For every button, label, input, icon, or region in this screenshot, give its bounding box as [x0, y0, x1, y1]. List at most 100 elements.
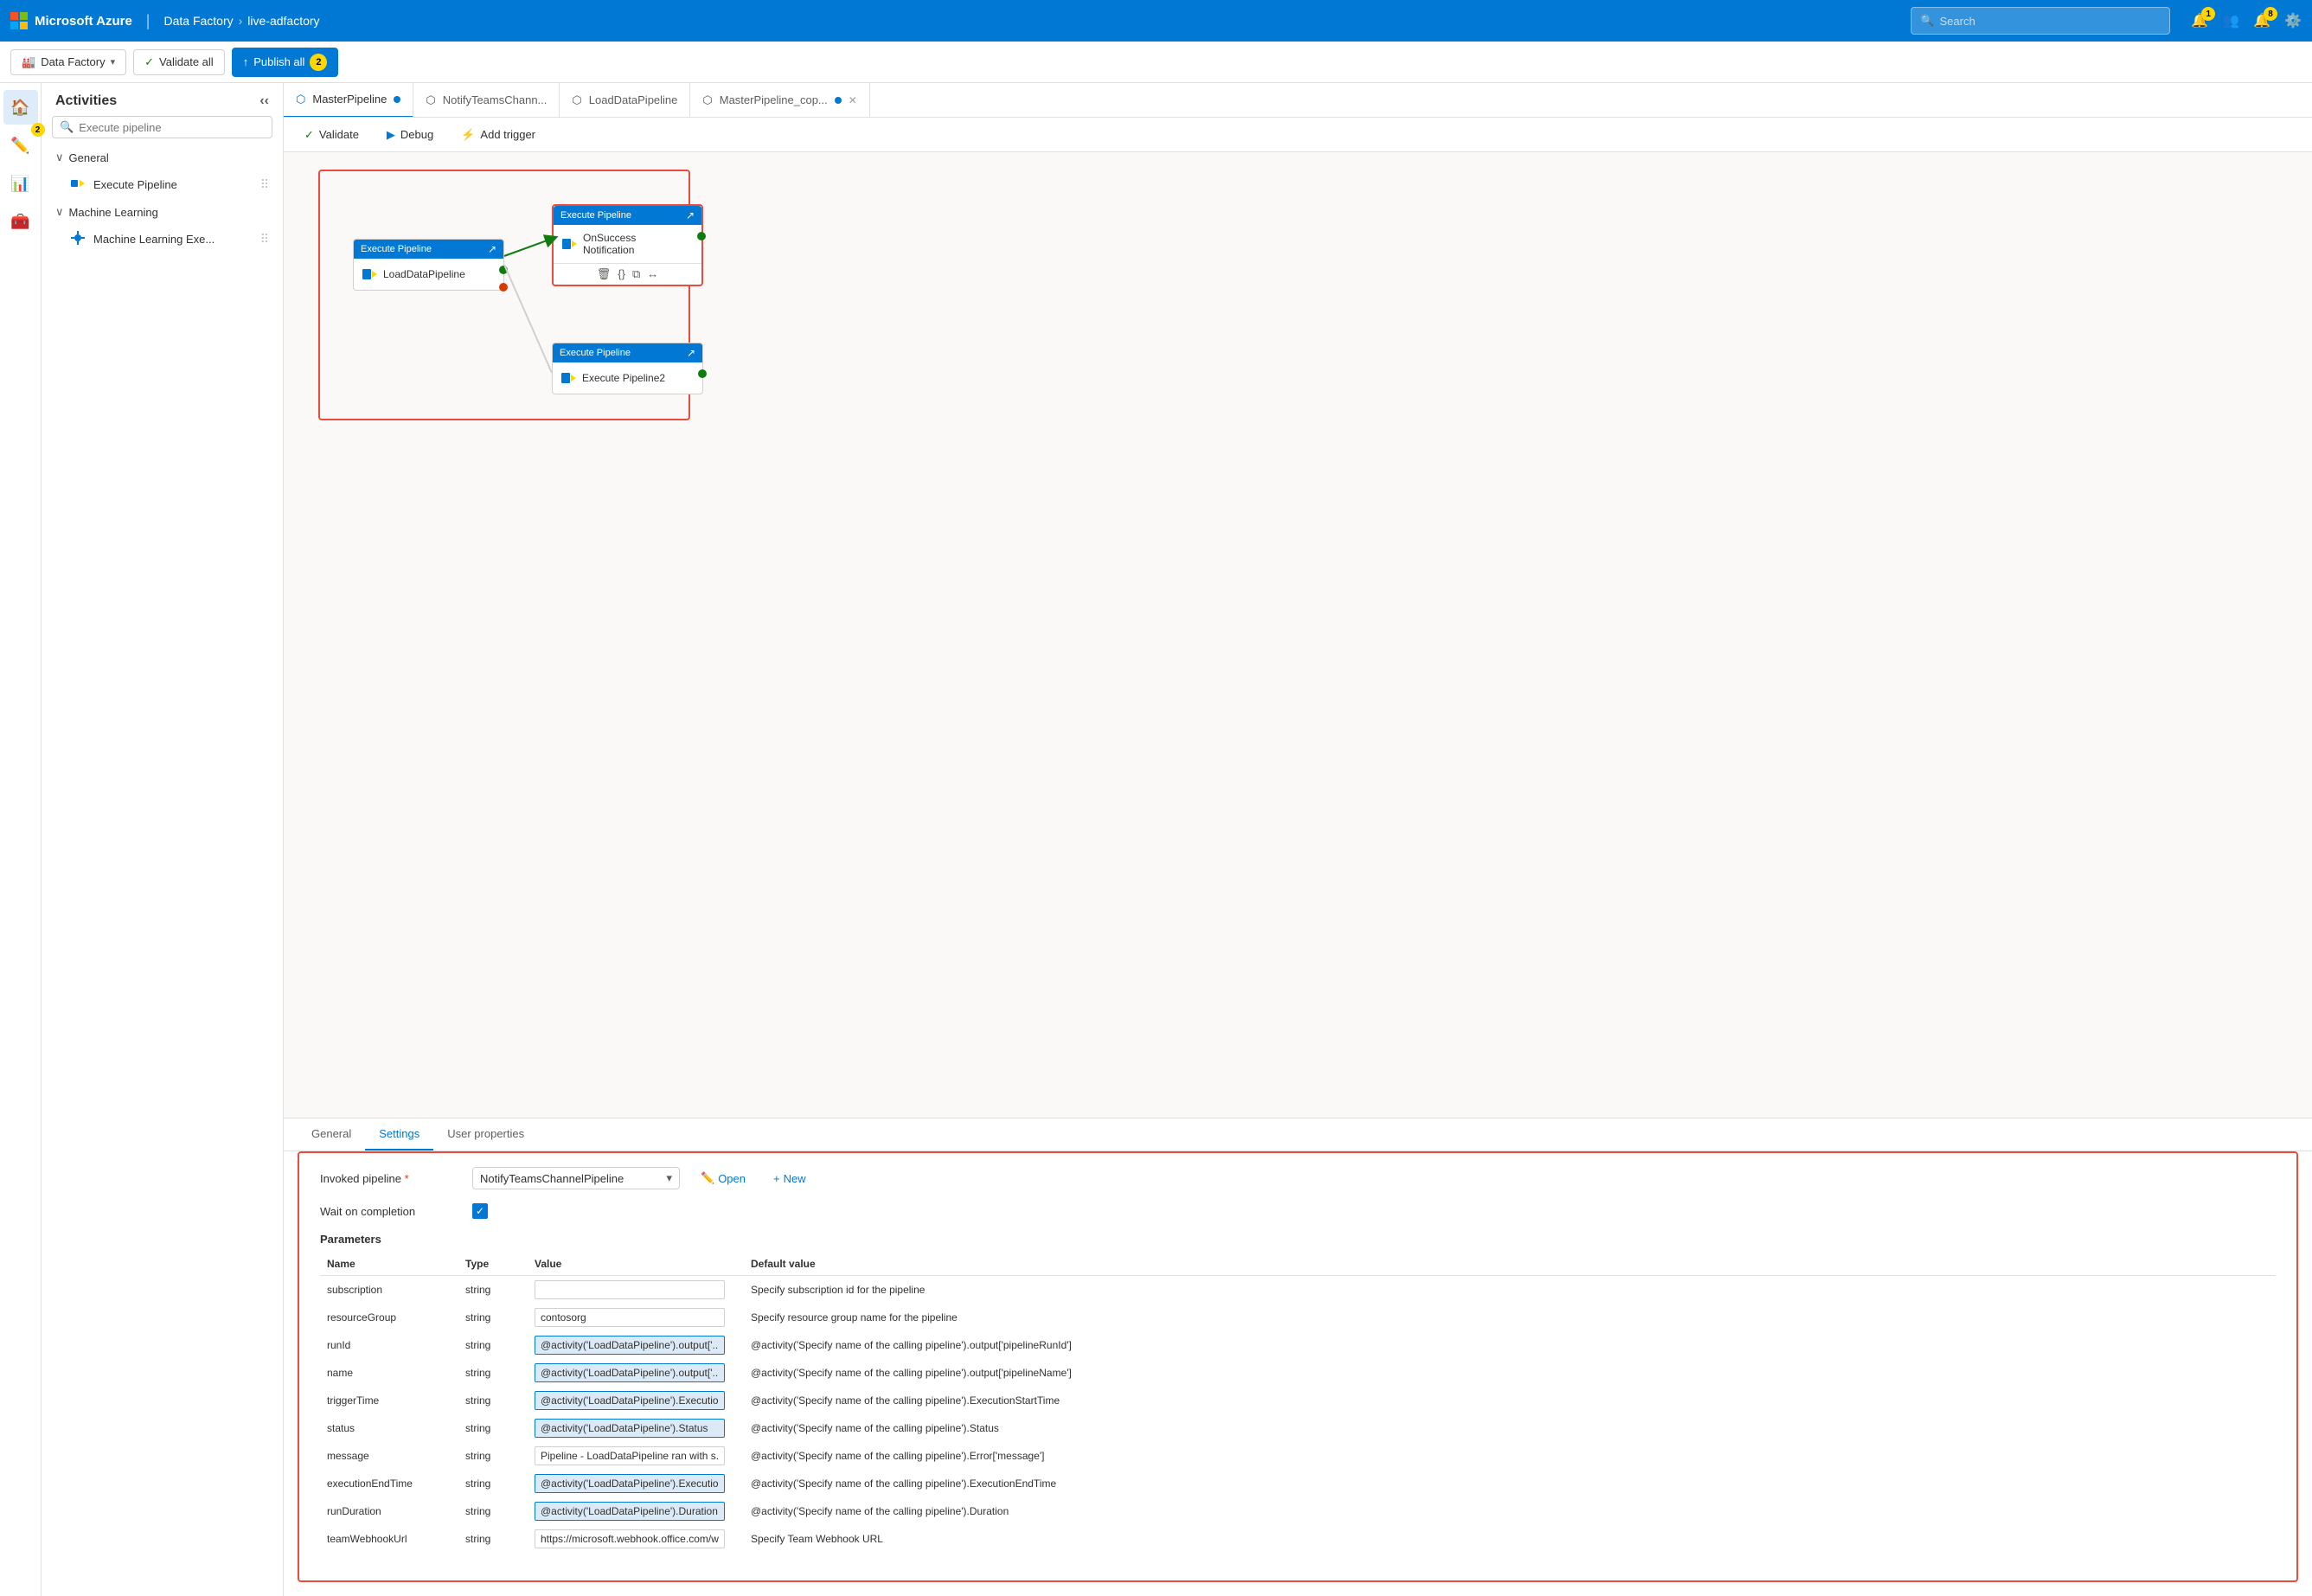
param-name: runDuration	[320, 1497, 458, 1525]
validate-button[interactable]: ✓ Validate	[298, 125, 366, 145]
people-icon[interactable]: 👥	[2222, 12, 2239, 29]
node-icon-2	[560, 235, 578, 253]
debug-button[interactable]: ▶ Debug	[380, 125, 440, 145]
user-properties-tab[interactable]: User properties	[433, 1118, 538, 1151]
ml-label: Machine Learning	[69, 206, 158, 219]
fail-dot-1	[499, 283, 508, 292]
param-value-input[interactable]	[535, 1502, 725, 1521]
activity-search-input[interactable]	[79, 121, 265, 134]
connect-icon[interactable]: ↔	[647, 267, 658, 281]
validate-all-button[interactable]: ✓ Validate all	[133, 49, 225, 75]
settings-icon[interactable]: ⚙️	[2284, 12, 2302, 29]
param-type: string	[458, 1359, 528, 1387]
param-type: string	[458, 1414, 528, 1442]
tab-notify-teams[interactable]: ⬡ NotifyTeamsChann...	[413, 83, 560, 118]
data-factory-button[interactable]: 🏭 Data Factory ▾	[10, 49, 126, 75]
activity-search-box[interactable]: 🔍	[52, 116, 272, 138]
wait-completion-checkbox[interactable]: ✓	[472, 1203, 488, 1219]
param-type: string	[458, 1276, 528, 1304]
activities-title: Activities	[55, 93, 117, 109]
param-value-input[interactable]	[535, 1474, 725, 1493]
code-icon[interactable]: {}	[618, 267, 625, 281]
execute-pipeline-icon	[69, 175, 86, 195]
param-row: subscriptionstringSpecify subscription i…	[320, 1276, 2276, 1304]
add-trigger-button[interactable]: ⚡ Add trigger	[454, 125, 542, 145]
node-icon-3	[560, 369, 577, 387]
copy-icon[interactable]: ⧉	[632, 267, 640, 281]
tab-label-3: MasterPipeline_cop...	[720, 93, 828, 106]
param-default-value: @activity('Specify name of the calling p…	[744, 1497, 2276, 1525]
param-row: runIdstring@activity('Specify name of th…	[320, 1331, 2276, 1359]
home-nav-item[interactable]: 🏠	[3, 90, 38, 125]
service-link[interactable]: Data Factory	[163, 14, 233, 28]
tab-master-copy[interactable]: ⬡ MasterPipeline_cop... ✕	[690, 83, 869, 118]
param-row: namestring@activity('Specify name of the…	[320, 1359, 2276, 1387]
node-title-2: Execute Pipeline	[560, 210, 631, 221]
node-label-3: Execute Pipeline2	[582, 372, 665, 384]
settings-tab[interactable]: Settings	[365, 1118, 433, 1151]
alerts-icon[interactable]: 🔔 8	[2253, 12, 2270, 29]
search-bar[interactable]: 🔍	[1911, 7, 2170, 35]
tab-master-pipeline[interactable]: ⬡ MasterPipeline	[284, 83, 413, 118]
node-expand-icon-3[interactable]: ↗	[687, 347, 695, 359]
nav-separator: |	[146, 12, 151, 30]
param-value-input[interactable]	[535, 1391, 725, 1410]
node-header-3: Execute Pipeline ↗	[553, 343, 702, 362]
param-value-input[interactable]	[535, 1280, 725, 1299]
general-chevron: ∨	[55, 151, 64, 164]
monitor-nav-item[interactable]: 📊	[3, 166, 38, 201]
node-header-1: Execute Pipeline ↗	[354, 240, 503, 259]
tab-label-1: NotifyTeamsChann...	[443, 93, 548, 106]
param-name: teamWebhookUrl	[320, 1525, 458, 1553]
node-expand-icon-1[interactable]: ↗	[488, 243, 496, 255]
node-footer-2: 🗑 {} ⧉ ↔	[554, 263, 701, 285]
params-header-row: Name Type Value Default value	[320, 1253, 2276, 1276]
invoked-pipeline-row: Invoked pipeline * NotifyTeamsChannelPip…	[320, 1167, 2276, 1189]
param-row: executionEndTimestring@activity('Specify…	[320, 1470, 2276, 1497]
param-value-input[interactable]	[535, 1336, 725, 1355]
edit-nav-item[interactable]: ✏️ 2	[3, 128, 38, 163]
param-value-input[interactable]	[535, 1419, 725, 1438]
general-tab[interactable]: General	[298, 1118, 365, 1151]
tab-dot-0	[394, 96, 400, 103]
ml-execute-item[interactable]: Machine Learning Exe... ⠿	[42, 224, 283, 254]
breadcrumb-chevron: ›	[239, 14, 243, 28]
param-row: resourceGroupstringSpecify resource grou…	[320, 1304, 2276, 1331]
execute-pipeline-item[interactable]: Execute Pipeline ⠿	[42, 170, 283, 200]
pipeline-canvas[interactable]: Execute Pipeline ↗ LoadDataPipeline E	[284, 152, 2312, 1118]
node-load-data-pipeline[interactable]: Execute Pipeline ↗ LoadDataPipeline	[353, 239, 504, 291]
ml-category[interactable]: ∨ Machine Learning	[42, 200, 283, 224]
manage-nav-item[interactable]: 🧰	[3, 204, 38, 239]
param-value-cell	[528, 1304, 744, 1331]
parameters-title: Parameters	[320, 1233, 2276, 1246]
ml-chevron: ∨	[55, 205, 64, 219]
node-expand-icon-2[interactable]: ↗	[686, 209, 695, 221]
tab-load-data[interactable]: ⬡ LoadDataPipeline	[560, 83, 690, 118]
collapse-icon[interactable]: ‹‹	[259, 93, 269, 109]
resource-link[interactable]: live-adfactory	[247, 14, 319, 28]
top-bar-icons: 🔔 1 👥 🔔 8 ⚙️	[2191, 12, 2302, 29]
param-type: string	[458, 1387, 528, 1414]
node-on-success[interactable]: Execute Pipeline ↗ OnSuccess Notificatio…	[552, 204, 703, 286]
search-icon: 🔍	[1920, 14, 1934, 28]
tab-close-3[interactable]: ✕	[849, 94, 857, 106]
param-value-input[interactable]	[535, 1363, 725, 1382]
notifications-icon[interactable]: 🔔 1	[2191, 12, 2208, 29]
publish-all-button[interactable]: ↑ Publish all 2	[232, 48, 339, 77]
param-value-input[interactable]	[535, 1446, 725, 1465]
invoked-pipeline-select[interactable]: NotifyTeamsChannelPipeline ▾	[472, 1167, 680, 1189]
param-row: messagestring@activity('Specify name of …	[320, 1442, 2276, 1470]
param-value-input[interactable]	[535, 1308, 725, 1327]
open-link[interactable]: ✏️ Open	[694, 1168, 753, 1189]
second-toolbar: 🏭 Data Factory ▾ ✓ Validate all ↑ Publis…	[0, 42, 2312, 83]
node-execute-pipeline2[interactable]: Execute Pipeline ↗ Execute Pipeline2	[552, 343, 703, 394]
delete-icon[interactable]: 🗑	[597, 267, 612, 281]
new-link[interactable]: + New	[766, 1169, 813, 1189]
param-default-value: @activity('Specify name of the calling p…	[744, 1331, 2276, 1359]
general-category[interactable]: ∨ General	[42, 145, 283, 170]
param-value-input[interactable]	[535, 1529, 725, 1548]
tab-pipeline-icon-1: ⬡	[426, 93, 435, 107]
search-input[interactable]	[1940, 15, 2161, 28]
param-value-cell	[528, 1387, 744, 1414]
param-row: triggerTimestring@activity('Specify name…	[320, 1387, 2276, 1414]
